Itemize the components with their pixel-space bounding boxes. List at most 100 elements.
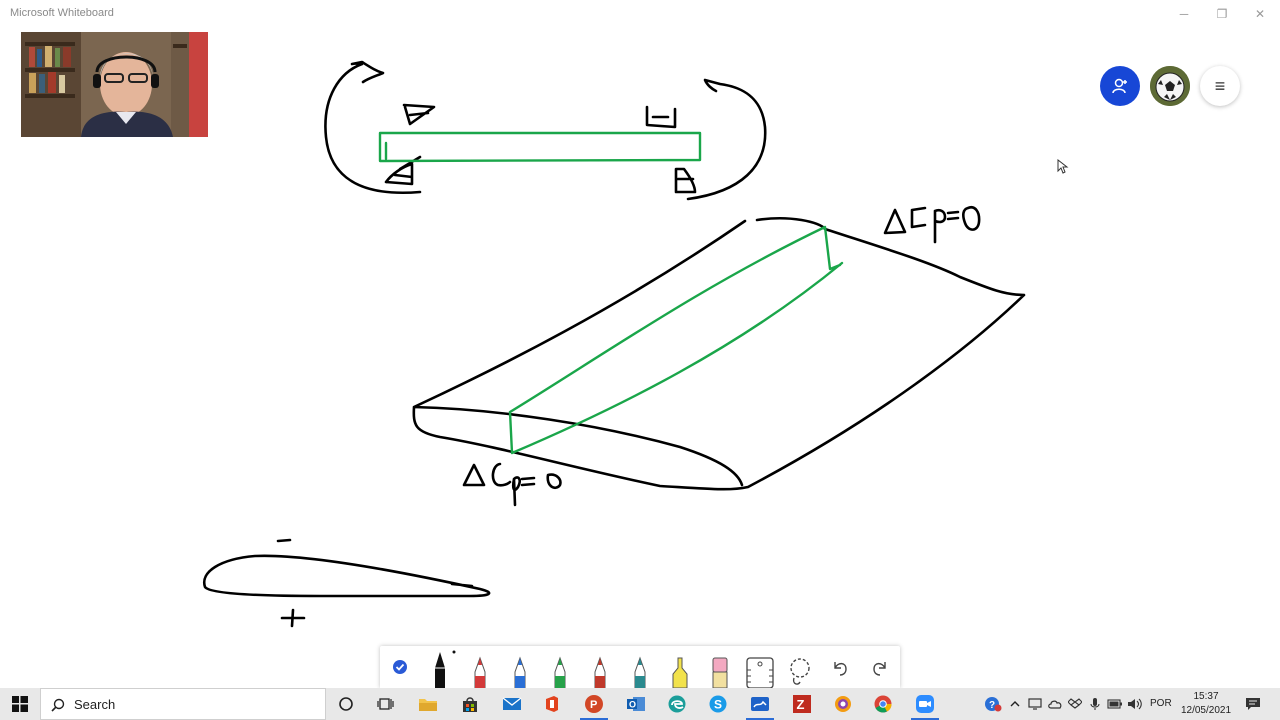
eraser-tool[interactable] — [700, 646, 740, 688]
right-label-ink — [883, 206, 981, 244]
taskbar-whiteboard[interactable] — [740, 688, 780, 720]
input-language[interactable]: POR — [1150, 698, 1172, 709]
select-tool[interactable] — [380, 646, 420, 688]
taskbar-edge[interactable] — [657, 688, 697, 720]
pen-black-icon — [435, 650, 456, 688]
airfoil-outline — [202, 554, 491, 598]
minimize-button[interactable]: ─ — [1165, 0, 1203, 27]
highlighter-tool[interactable] — [660, 646, 700, 688]
help-badge-icon: ? — [985, 697, 1002, 712]
left-label-ink — [462, 462, 562, 507]
edge-browser-icon — [668, 695, 686, 713]
plus-sign — [280, 608, 306, 628]
taskbar-chrome[interactable] — [863, 688, 903, 720]
undo-icon — [834, 662, 847, 676]
left-rotation-arrow — [324, 60, 422, 195]
outlook-icon: O — [627, 697, 645, 711]
pen-darkred-tool[interactable] — [580, 646, 620, 688]
taskbar-outlook[interactable]: O — [616, 688, 656, 720]
top-right-mark — [645, 105, 677, 129]
tray-overflow[interactable] — [1005, 688, 1025, 720]
tray-help[interactable]: ? — [983, 688, 1003, 720]
webcam-feed — [21, 32, 208, 137]
battery-icon — [1107, 699, 1122, 709]
folder-icon — [419, 699, 437, 711]
tray-network-pc[interactable] — [1025, 688, 1045, 720]
office-icon — [546, 696, 558, 712]
taskbar-powerpoint[interactable]: P — [574, 688, 614, 720]
pen-darkred-icon — [594, 656, 606, 688]
close-button[interactable]: ✕ — [1241, 0, 1279, 27]
pen-red-icon — [474, 656, 486, 688]
beam-rectangle — [378, 131, 702, 163]
redo-icon — [873, 662, 886, 676]
lasso-icon — [790, 658, 810, 685]
cortana-button[interactable] — [326, 688, 366, 720]
person-add-icon — [1112, 78, 1127, 94]
windows-logo-icon — [12, 696, 28, 712]
taskbar-skype[interactable]: S — [698, 688, 738, 720]
microphone-icon — [1090, 698, 1100, 710]
notification-icon — [1246, 698, 1260, 710]
taskbar-filezilla[interactable]: Z — [782, 688, 822, 720]
start-button[interactable] — [0, 688, 40, 720]
pen-teal-icon — [634, 656, 646, 688]
minus-sign — [276, 538, 292, 543]
lasso-tool[interactable] — [780, 646, 820, 688]
tray-dropbox[interactable] — [1065, 688, 1085, 720]
inking-toolbar — [380, 646, 900, 688]
mail-icon — [502, 697, 522, 710]
speaker-icon — [1128, 698, 1142, 710]
cortana-circle-icon — [339, 697, 353, 711]
svg-text:O: O — [629, 700, 636, 710]
account-avatar-button[interactable] — [1150, 66, 1190, 106]
zoom-icon — [916, 695, 934, 713]
settings-menu-button[interactable]: ≡ — [1200, 66, 1240, 106]
invite-button[interactable] — [1100, 66, 1140, 106]
webcam-overlay — [21, 32, 208, 137]
task-view-button[interactable] — [366, 688, 406, 720]
ruler-tool[interactable] — [740, 646, 780, 688]
tray-battery[interactable] — [1105, 688, 1125, 720]
search-icon — [51, 698, 65, 712]
pen-green-tool[interactable] — [540, 646, 580, 688]
action-center-button[interactable] — [1243, 688, 1263, 720]
check-icon — [393, 660, 407, 674]
clock-date: 12/05/2021 — [1180, 705, 1232, 716]
restore-button[interactable]: ❐ — [1203, 0, 1241, 27]
app-title: Microsoft Whiteboard — [10, 7, 114, 19]
skype-icon: S — [709, 695, 727, 713]
tray-microphone[interactable] — [1085, 688, 1105, 720]
svg-text:P: P — [590, 699, 597, 711]
taskbar-file-explorer[interactable] — [408, 688, 448, 720]
taskbar-clock[interactable]: 15:37 12/05/2021 — [1178, 690, 1234, 718]
store-bag-icon — [463, 697, 477, 712]
svg-text:S: S — [714, 698, 722, 712]
task-view-icon — [377, 698, 394, 710]
chevron-up-icon — [1010, 701, 1020, 707]
title-bar: Microsoft Whiteboard ─ ❐ ✕ — [0, 0, 1280, 27]
taskbar-app-colorful[interactable] — [823, 688, 863, 720]
ruler-icon — [746, 657, 774, 688]
svg-text:?: ? — [989, 700, 995, 711]
tray-volume[interactable] — [1125, 688, 1145, 720]
close-icon: ✕ — [1254, 6, 1266, 21]
minimize-icon: ─ — [1179, 6, 1189, 21]
wing-strip — [508, 225, 844, 455]
pen-teal-tool[interactable] — [620, 646, 660, 688]
pen-black-tool[interactable] — [420, 646, 460, 688]
pen-red-tool[interactable] — [460, 646, 500, 688]
tray-cloud[interactable] — [1045, 688, 1065, 720]
taskbar-store[interactable] — [450, 688, 490, 720]
taskbar-search-box[interactable]: Search — [40, 688, 326, 720]
top-left-mark — [402, 103, 436, 126]
dropbox-icon — [1068, 698, 1082, 709]
taskbar: Search P O S Z ? POR 15:37 12/05/2021 — [0, 688, 1280, 720]
soccer-ball-avatar — [1150, 66, 1190, 106]
pen-blue-tool[interactable] — [500, 646, 540, 688]
taskbar-mail[interactable] — [492, 688, 532, 720]
taskbar-office[interactable] — [532, 688, 572, 720]
redo-button[interactable] — [860, 646, 900, 688]
undo-button[interactable] — [820, 646, 860, 688]
taskbar-zoom[interactable] — [905, 688, 945, 720]
